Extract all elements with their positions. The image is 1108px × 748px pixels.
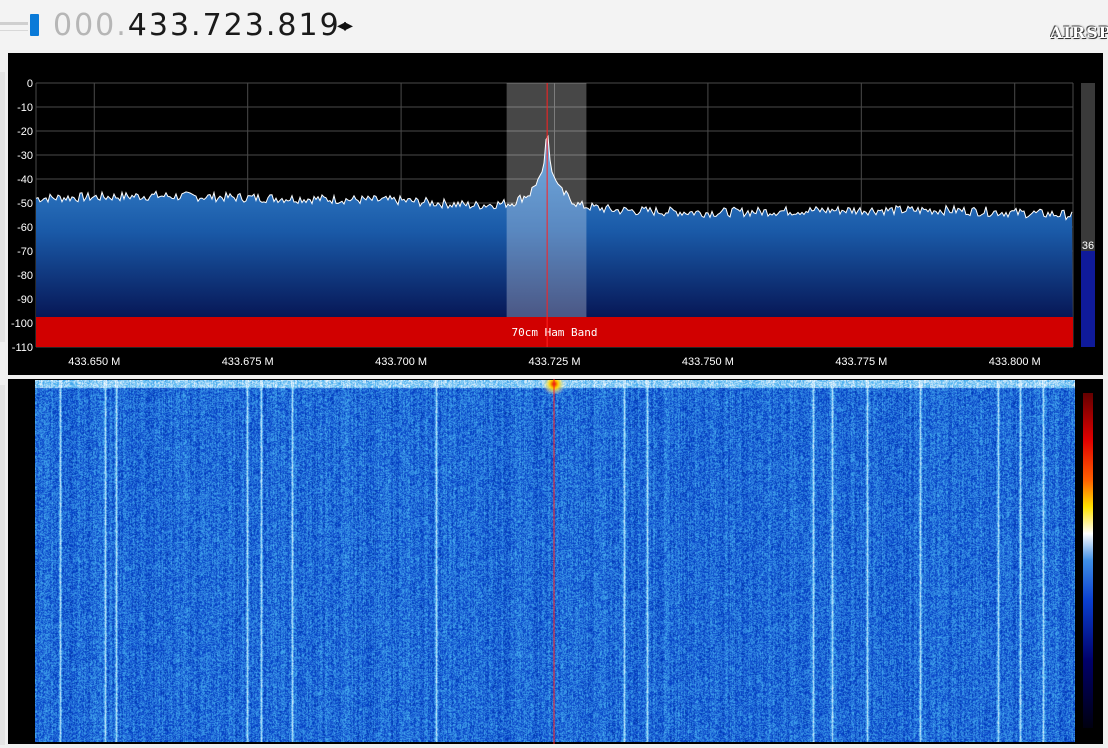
x-tick-label: 433.775 M (835, 356, 887, 368)
y-tick-label: -110 (12, 342, 33, 354)
toolbar-grip[interactable] (0, 22, 28, 25)
spectrum-plot[interactable]: 70cm Ham Band 0 -10 -20 -30 -40 -50 -60 -70 -80 -… (8, 53, 1103, 375)
frequency-leading-digits[interactable]: 000. (53, 8, 128, 43)
waterfall-panel[interactable] (8, 379, 1103, 744)
frequency-display[interactable]: 000.433.723.819 (53, 6, 341, 46)
filter-bandwidth-overlay[interactable] (506, 83, 587, 347)
x-tick-label: 433.675 M (222, 356, 274, 368)
gain-value: 36 (1082, 240, 1094, 252)
x-tick-label: 433.725 M (529, 356, 581, 368)
y-tick-label: -90 (17, 294, 33, 306)
x-axis-labels: 433.650 M 433.675 M 433.700 M 433.725 M 433.… (68, 356, 1040, 368)
gain-slider-fill[interactable] (1081, 251, 1095, 347)
frequency-step-arrows-icon[interactable]: ◂▸ (337, 15, 353, 36)
x-tick-label: 433.800 M (989, 356, 1041, 368)
waterfall-color-scale[interactable] (1083, 393, 1093, 728)
airspy-logo: AIRSPY (1050, 23, 1108, 42)
left-panel-edge-lower[interactable] (0, 385, 5, 745)
y-tick-label: -60 (17, 222, 33, 234)
y-tick-label: -40 (17, 174, 33, 186)
y-tick-label: -20 (17, 126, 33, 138)
sdr-app-window: 000.433.723.819 ◂▸ AIRSPY 70cm Ham Band … (0, 0, 1108, 748)
toolbar-grip-line (0, 30, 28, 31)
y-tick-label: 0 (27, 78, 33, 90)
waterfall-overlay (553, 379, 1093, 744)
frequency-toolbar: 000.433.723.819 ◂▸ AIRSPY (0, 0, 1108, 50)
x-tick-label: 433.700 M (375, 356, 427, 368)
spectrum-analyzer-panel[interactable]: 70cm Ham Band 0 -10 -20 -30 -40 -50 -60 -70 -80 -… (8, 53, 1103, 375)
y-tick-label: -100 (11, 318, 33, 330)
y-tick-label: -50 (17, 198, 33, 210)
tuner-slider-handle[interactable] (30, 14, 39, 36)
y-tick-label: -10 (17, 102, 33, 114)
frequency-digits[interactable]: 433.723.819 (128, 8, 341, 43)
y-tick-label: -30 (17, 150, 33, 162)
y-tick-label: -80 (17, 270, 33, 282)
band-plan-label: 70cm Ham Band (511, 326, 597, 339)
left-panel-edge[interactable] (0, 72, 5, 342)
y-axis-labels: 0 -10 -20 -30 -40 -50 -60 -70 -80 -90 -100 -110 (11, 78, 33, 354)
x-tick-label: 433.750 M (682, 356, 734, 368)
x-tick-label: 433.650 M (68, 356, 120, 368)
y-tick-label: -70 (17, 246, 33, 258)
